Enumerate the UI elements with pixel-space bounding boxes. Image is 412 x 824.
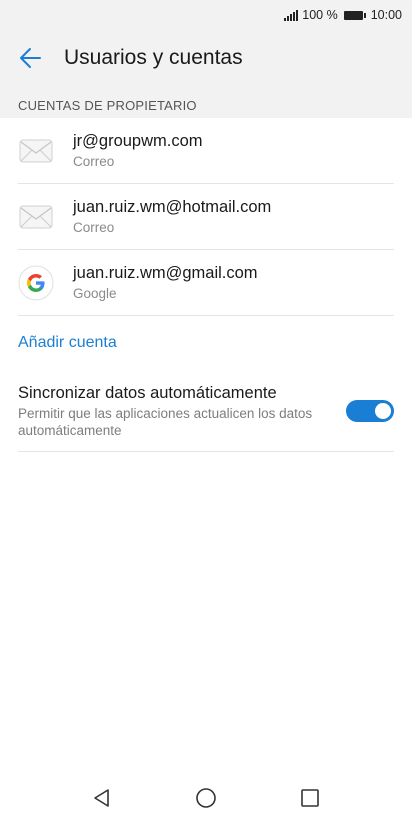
status-bar: 100 % 10:00 [0,0,412,30]
main-content: CUENTAS DE PROPIETARIO jr@groupwm.com Co… [0,92,412,824]
page-title: Usuarios y cuentas [64,46,243,69]
back-triangle-icon [94,789,109,807]
app-bar: Usuarios y cuentas [0,30,412,86]
account-row[interactable]: juan.ruiz.wm@gmail.com Google [18,250,394,316]
account-row[interactable]: jr@groupwm.com Correo [18,118,394,184]
clock: 10:00 [370,8,402,22]
nav-home-button[interactable] [154,772,258,824]
account-email: juan.ruiz.wm@hotmail.com [73,197,272,216]
back-button[interactable] [0,30,62,86]
section-header: CUENTAS DE PROPIETARIO [0,92,412,118]
google-icon [18,265,54,301]
add-account-button[interactable]: Añadir cuenta [0,316,412,369]
auto-sync-row[interactable]: Sincronizar datos automáticamente Permit… [18,369,394,452]
arrow-left-icon [20,48,41,68]
auto-sync-title: Sincronizar datos automáticamente [18,384,277,402]
mail-icon [18,133,54,169]
home-circle-icon [196,788,216,808]
mail-icon [18,199,54,235]
nav-recents-button[interactable] [258,772,362,824]
recents-square-icon [301,789,319,807]
auto-sync-description: Permitir que las aplicaciones actualicen… [18,406,313,438]
toggle-knob [375,402,391,419]
nav-back-button[interactable] [50,772,154,824]
account-email: jr@groupwm.com [73,131,203,150]
account-type: Google [73,285,117,301]
account-email: juan.ruiz.wm@gmail.com [73,263,258,282]
account-list: jr@groupwm.com Correo juan.ruiz.wm@hotma… [0,118,412,316]
auto-sync-toggle[interactable] [346,399,394,422]
account-type: Correo [73,219,115,235]
battery-percent: 100 % [302,8,338,22]
battery-icon [343,10,366,20]
account-type: Correo [73,153,115,169]
account-row[interactable]: juan.ruiz.wm@hotmail.com Correo [18,184,394,250]
signal-icon [284,9,299,21]
navigation-bar [0,772,412,824]
